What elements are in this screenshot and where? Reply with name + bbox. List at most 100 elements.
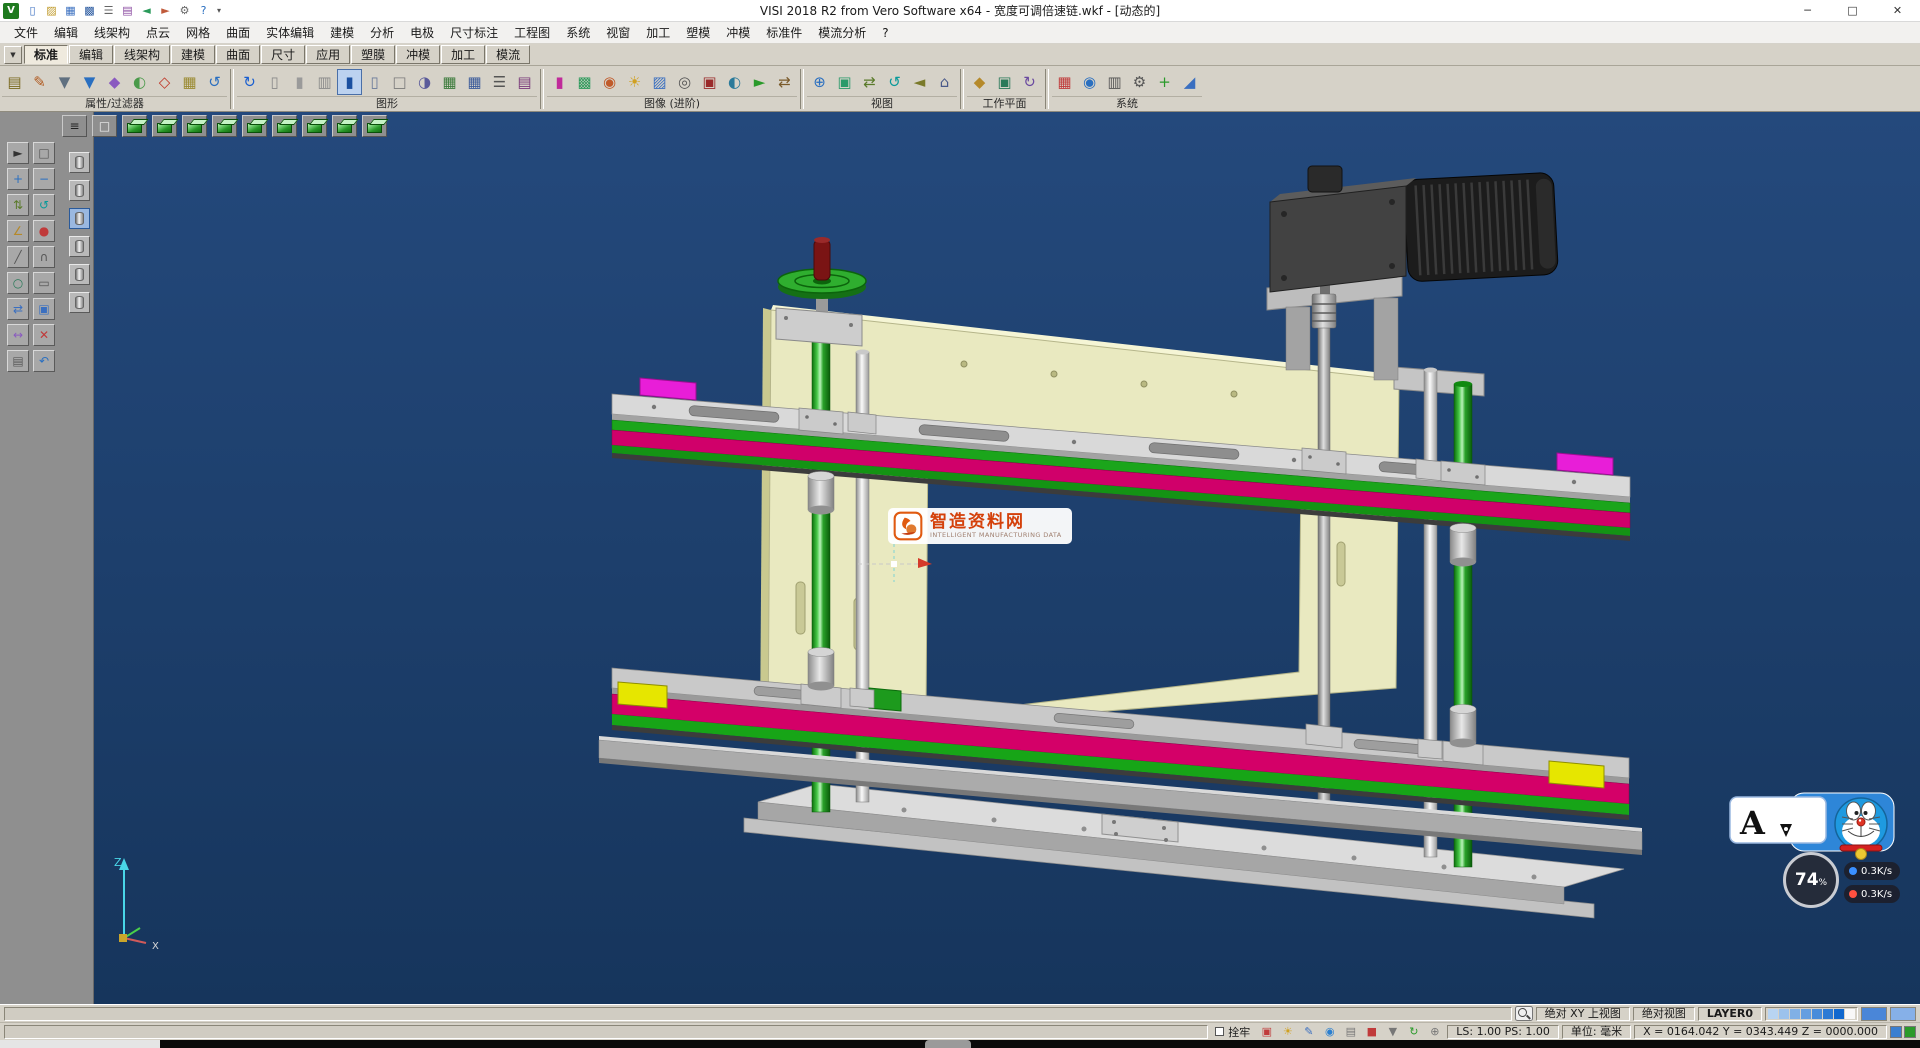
filter-edge-icon[interactable]: ◇: [152, 69, 177, 95]
open-file-icon[interactable]: ▨: [42, 2, 61, 19]
taskbar-handle[interactable]: [925, 1040, 971, 1048]
tab-dimension[interactable]: 尺寸: [261, 45, 305, 64]
options-icon[interactable]: ⚙: [175, 2, 194, 19]
layer-stack-icon[interactable]: ▤: [1341, 1024, 1360, 1039]
mirror-icon[interactable]: ↔: [7, 324, 29, 346]
progress-badge[interactable]: 74%: [1783, 852, 1839, 908]
menu-edit[interactable]: 编辑: [46, 22, 86, 43]
filter-face-icon[interactable]: ◐: [127, 69, 152, 95]
globe-icon[interactable]: ◉: [1077, 69, 1102, 95]
move-icon[interactable]: ⇄: [7, 298, 29, 320]
mini-swatch-green[interactable]: [1904, 1026, 1916, 1038]
menu-window[interactable]: 视窗: [598, 22, 638, 43]
background-icon[interactable]: ▨: [647, 69, 672, 95]
display-config-icon[interactable]: ▣: [1257, 1024, 1276, 1039]
layer-color-swatch[interactable]: [1845, 1009, 1855, 1019]
render-icon[interactable]: ▮: [547, 69, 572, 95]
menu-help[interactable]: ?: [874, 24, 896, 42]
maximize-button[interactable]: □: [1830, 0, 1875, 21]
tab-application[interactable]: 应用: [306, 45, 350, 64]
orbit-icon[interactable]: ↺: [33, 194, 55, 216]
export-icon[interactable]: ►: [156, 2, 175, 19]
rotate-view-icon[interactable]: ↺: [882, 69, 907, 95]
sync-icon[interactable]: ↻: [1404, 1024, 1423, 1039]
menu-mesh[interactable]: 网格: [178, 22, 218, 43]
zoom-window-icon[interactable]: ▣: [832, 69, 857, 95]
snapshot-icon[interactable]: ▣: [697, 69, 722, 95]
copy-icon[interactable]: ▣: [33, 298, 55, 320]
workplane-rotate-icon[interactable]: ↻: [1017, 69, 1042, 95]
zoom-in-icon[interactable]: +: [7, 168, 29, 190]
zoom-fit-icon[interactable]: ⊕: [807, 69, 832, 95]
solid-box-icon[interactable]: ■: [1362, 1024, 1381, 1039]
ghost-view-icon[interactable]: ▯: [362, 69, 387, 95]
lighting-icon[interactable]: ☀: [622, 69, 647, 95]
brightness-icon[interactable]: ☀: [1278, 1024, 1297, 1039]
point-icon[interactable]: ●: [33, 220, 55, 242]
color-settings-icon[interactable]: ▦: [1052, 69, 1077, 95]
annotate-icon[interactable]: ✎: [1299, 1024, 1318, 1039]
animation-icon[interactable]: ►: [747, 69, 772, 95]
arc-icon[interactable]: ∩: [33, 246, 55, 268]
translucent-display-icon[interactable]: [69, 264, 90, 285]
view-bottom-button[interactable]: [302, 115, 327, 137]
texture-icon[interactable]: ▩: [572, 69, 597, 95]
taskbar-left-segment[interactable]: [0, 1040, 160, 1048]
previous-view-icon[interactable]: ◄: [907, 69, 932, 95]
view-top-button[interactable]: [152, 115, 177, 137]
undo-icon[interactable]: ↶: [33, 350, 55, 372]
menu-wireframe[interactable]: 线架构: [86, 22, 138, 43]
quick-access-dropdown-icon[interactable]: ▾: [214, 6, 224, 15]
filter-clear-icon[interactable]: ▦: [177, 69, 202, 95]
menu-mold[interactable]: 塑模: [678, 22, 718, 43]
view-left-button[interactable]: [272, 115, 297, 137]
rendered-display-icon[interactable]: [69, 292, 90, 313]
tab-mold[interactable]: 塑膜: [351, 45, 395, 64]
named-views-icon[interactable]: ⌂: [932, 69, 957, 95]
circle-icon[interactable]: ○: [7, 272, 29, 294]
menu-die[interactable]: 冲模: [718, 22, 758, 43]
redraw-icon[interactable]: ↻: [237, 69, 262, 95]
save-icon[interactable]: ▦: [61, 2, 80, 19]
camera-icon[interactable]: ◎: [672, 69, 697, 95]
halfshade-cylinder-icon[interactable]: ▥: [312, 69, 337, 95]
secondary-color-box[interactable]: [1890, 1007, 1916, 1021]
menu-analysis[interactable]: 分析: [362, 22, 402, 43]
line-icon[interactable]: ╱: [7, 246, 29, 268]
workplane-entity-icon[interactable]: ▣: [992, 69, 1017, 95]
tab-die[interactable]: 冲模: [396, 45, 440, 64]
view-axonometric-button[interactable]: [332, 115, 357, 137]
select-icon[interactable]: ►: [7, 142, 29, 164]
settings-gear-icon[interactable]: ⚙: [1127, 69, 1152, 95]
3d-viewport[interactable]: Z X 智造资料网 INTELLIGENT MANUFACTURING DATA: [94, 112, 1920, 1004]
layer-color-swatch[interactable]: [1768, 1009, 1778, 1019]
view-front-button[interactable]: [182, 115, 207, 137]
snap-settings-icon[interactable]: +: [1152, 69, 1177, 95]
shaded-cylinder-icon[interactable]: ▮: [287, 69, 312, 95]
menu-point-cloud[interactable]: 点云: [138, 22, 178, 43]
save-all-icon[interactable]: ▩: [80, 2, 99, 19]
stereo-icon[interactable]: ◐: [722, 69, 747, 95]
slope-analysis-icon[interactable]: ◢: [1177, 69, 1202, 95]
tab-surface[interactable]: 曲面: [216, 45, 260, 64]
layer-color-swatch[interactable]: [1801, 1009, 1811, 1019]
section-view-icon[interactable]: ◑: [412, 69, 437, 95]
pan-icon[interactable]: ⇄: [857, 69, 882, 95]
view-iso-button[interactable]: [122, 115, 147, 137]
mini-swatch-blue[interactable]: [1890, 1026, 1902, 1038]
filter-icon[interactable]: ▼: [52, 69, 77, 95]
layer-color-swatch[interactable]: [1823, 1009, 1833, 1019]
print-icon[interactable]: ☰: [99, 2, 118, 19]
layer-color-swatch[interactable]: [1779, 1009, 1789, 1019]
compare-icon[interactable]: ⇄: [772, 69, 797, 95]
tab-wireframe[interactable]: 线架构: [114, 45, 170, 64]
view-dynamic-button[interactable]: [362, 115, 387, 137]
hidden-edges-display-icon[interactable]: [69, 180, 90, 201]
layer-color-swatch[interactable]: [1790, 1009, 1800, 1019]
view-right-button[interactable]: [212, 115, 237, 137]
shaded-edges-display-icon[interactable]: [69, 236, 90, 257]
menu-standard-parts[interactable]: 标准件: [758, 22, 810, 43]
absolute-view-panel[interactable]: 绝对视图: [1633, 1007, 1695, 1021]
shaded-display-icon[interactable]: [69, 208, 90, 229]
delete-icon[interactable]: ✕: [33, 324, 55, 346]
